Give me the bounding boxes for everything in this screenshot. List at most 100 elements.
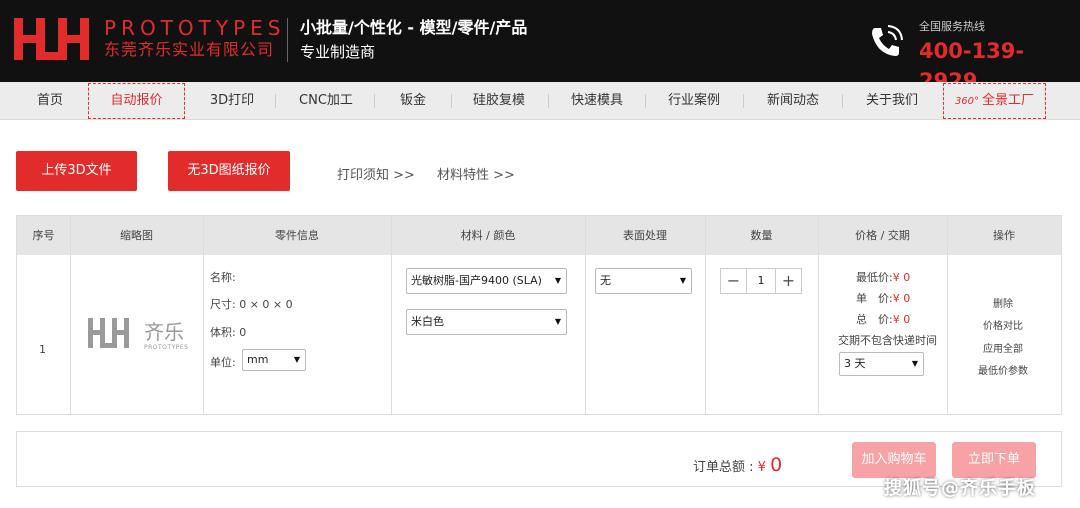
quantity-input[interactable]: 1: [747, 269, 775, 293]
nav-separator: [645, 94, 646, 108]
nav-separator: [275, 94, 276, 108]
nav-item-cnc[interactable]: CNC加工: [284, 84, 368, 118]
nav-item-panorama-label: 全景工厂: [982, 93, 1035, 108]
total-price-label: 总 价:: [856, 313, 893, 326]
brand-chinese: 东莞齐乐实业有限公司: [104, 40, 275, 59]
unit-select-value: mm: [247, 353, 269, 366]
thumbnail-logo: [88, 318, 129, 348]
nav-item-news[interactable]: 新闻动态: [749, 84, 837, 118]
unit-price-row: 单 价:¥ 0: [856, 290, 910, 306]
unit-label: 单位:: [210, 356, 236, 369]
nav-item-cases[interactable]: 行业案例: [651, 84, 737, 118]
site-header: PROTOTYPES 东莞齐乐实业有限公司 小批量/个性化 - 模型/零件/产品…: [0, 0, 1080, 93]
upload-3d-button[interactable]: 上传3D文件: [16, 151, 137, 191]
material-select[interactable]: 光敏树脂-国产9400 (SLA) ▼: [406, 268, 567, 294]
column-divider: [391, 216, 392, 414]
order-total: 订单总额 : ¥ 0: [693, 454, 782, 476]
price-compare-link[interactable]: 价格对比: [948, 317, 1058, 332]
phone-icon: [872, 25, 903, 56]
nav-item-silicone-molding[interactable]: 硅胶复模: [456, 84, 542, 118]
column-divider: [203, 216, 204, 414]
company-logo[interactable]: [14, 18, 96, 60]
hotline-label: 全国服务热线: [919, 20, 985, 33]
part-size: 尺寸: 0 × 0 × 0: [210, 298, 293, 311]
column-divider: [705, 216, 706, 414]
minus-icon[interactable]: −: [721, 269, 747, 293]
order-total-value: 0: [770, 454, 783, 476]
min-price-label: 最低价:: [856, 271, 893, 284]
color-select-value: 米白色: [411, 315, 444, 328]
surface-select-value: 无: [600, 274, 611, 287]
nav-item-auto-quote[interactable]: 自动报价: [88, 83, 185, 119]
watermark: 搜狐号@齐乐手板: [884, 478, 1036, 499]
delivery-note: 交期不包含快递时间: [838, 334, 937, 347]
nav-separator: [548, 94, 549, 108]
nav-item-home[interactable]: 首页: [10, 84, 90, 118]
print-notice-link[interactable]: 打印须知 >>: [337, 164, 415, 183]
header-divider: [287, 18, 288, 62]
nav-separator: [374, 94, 375, 108]
nav-item-about[interactable]: 关于我们: [848, 84, 936, 118]
part-name-label: 名称:: [210, 271, 236, 284]
thumbnail-text: 齐乐: [144, 320, 184, 344]
slogan-line-2: 专业制造商: [300, 43, 376, 61]
unit-price-value: ¥ 0: [892, 292, 911, 305]
color-select[interactable]: 米白色 ▼: [406, 309, 567, 335]
no-drawing-quote-button[interactable]: 无3D图纸报价: [168, 151, 290, 191]
lowest-price-params-link[interactable]: 最低价参数: [948, 362, 1058, 377]
column-divider: [947, 216, 948, 414]
brand-english: PROTOTYPES: [104, 16, 286, 40]
th-operations: 操作: [993, 229, 1015, 242]
chevron-down-icon: ▼: [911, 359, 918, 368]
add-to-cart-button[interactable]: 加入购物车: [852, 442, 936, 478]
th-surface: 表面处理: [623, 229, 667, 242]
table-header: 序号 缩略图 零件信息 材料 / 颜色 表面处理 数量 价格 / 交期 操作: [17, 216, 1061, 255]
plus-icon[interactable]: +: [775, 269, 801, 293]
main-nav: 首页 自动报价 3D打印 CNC加工 钣金 硅胶复模 快速模具 行业案例 新闻动…: [0, 82, 1080, 120]
row-index: 1: [39, 343, 46, 356]
nav-separator: [743, 94, 744, 108]
nav-item-sheet-metal[interactable]: 钣金: [380, 84, 446, 118]
th-material-color: 材料 / 颜色: [460, 229, 516, 242]
nav-item-panorama[interactable]: 360° 全景工厂: [943, 83, 1046, 119]
material-properties-link[interactable]: 材料特性 >>: [437, 164, 515, 183]
quantity-stepper: − 1 +: [720, 268, 802, 294]
delivery-select[interactable]: 3 天 ▼: [839, 352, 924, 376]
unit-price-label: 单 价:: [856, 292, 893, 305]
delivery-select-value: 3 天: [844, 357, 866, 370]
part-volume: 体积: 0: [210, 326, 247, 339]
th-quantity: 数量: [750, 229, 773, 242]
column-divider: [818, 216, 819, 414]
nav-separator: [451, 94, 452, 108]
thumbnail-subtext: PROTOTYPES: [144, 344, 189, 351]
th-price-delivery: 价格 / 交期: [855, 229, 910, 242]
slogan: 小批量/个性化 - 模型/零件/产品 专业制造商: [300, 16, 527, 64]
nav-separator: [842, 94, 843, 108]
column-divider: [70, 216, 71, 414]
slogan-line-1: 小批量/个性化 - 模型/零件/产品: [300, 18, 528, 37]
surface-select[interactable]: 无 ▼: [595, 268, 692, 294]
th-part-info: 零件信息: [275, 229, 319, 242]
th-thumbnail: 缩略图: [120, 229, 153, 242]
chevron-down-icon: ▼: [554, 276, 561, 285]
order-now-button[interactable]: 立即下单: [952, 442, 1036, 478]
vr-360-icon: 360°: [954, 96, 980, 107]
total-price-value: ¥ 0: [892, 313, 911, 326]
part-thumbnail[interactable]: 齐乐 PROTOTYPES: [88, 316, 188, 356]
min-price-row: 最低价:¥ 0: [856, 269, 910, 285]
total-price-row: 总 价:¥ 0: [856, 311, 910, 327]
column-divider: [585, 216, 586, 414]
material-select-value: 光敏树脂-国产9400 (SLA): [411, 274, 542, 287]
unit-select[interactable]: mm ▼: [242, 349, 306, 371]
nav-item-3d-printing[interactable]: 3D打印: [192, 84, 272, 118]
min-price-value: ¥ 0: [892, 271, 911, 284]
brand-block: PROTOTYPES 东莞齐乐实业有限公司: [104, 17, 285, 61]
chevron-down-icon: ▼: [554, 317, 561, 326]
order-total-currency: ¥: [757, 460, 766, 475]
chevron-down-icon: ▼: [679, 276, 686, 285]
nav-item-rapid-tooling[interactable]: 快速模具: [554, 84, 640, 118]
order-total-label: 订单总额 :: [693, 460, 754, 475]
apply-all-link[interactable]: 应用全部: [948, 340, 1058, 355]
delete-link[interactable]: 删除: [948, 295, 1058, 310]
th-index: 序号: [32, 229, 55, 242]
